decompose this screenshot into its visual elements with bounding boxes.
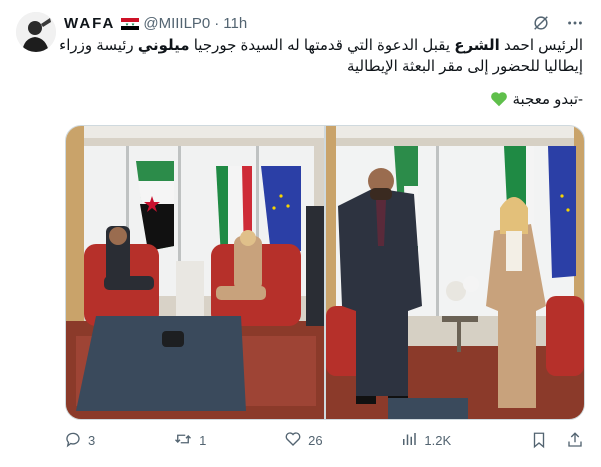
heart-icon	[284, 430, 302, 451]
reply-button[interactable]: 3	[64, 430, 95, 451]
views-button[interactable]: 1.2K	[400, 430, 451, 451]
repost-icon	[173, 430, 193, 451]
tweet-header: WAFA @MIIILP0 · 11h	[64, 12, 585, 34]
tweet-line-3: -تبدو معجبة	[64, 89, 583, 113]
highlight-name: ميلوني	[137, 37, 190, 54]
repost-count: 1	[199, 432, 207, 448]
like-count: 26	[308, 432, 323, 448]
photo-left[interactable]	[66, 126, 324, 419]
views-count: 1.2K	[424, 432, 452, 448]
like-button[interactable]: 26	[284, 430, 323, 451]
share-icon[interactable]	[565, 430, 585, 450]
views-icon	[400, 430, 418, 451]
tweet[interactable]: WAFA @MIIILP0 · 11h الرئيس احمد الشرع يق…	[0, 0, 601, 467]
grok-icon[interactable]	[531, 13, 551, 33]
text-part: الرئيس احمد	[499, 37, 583, 54]
media-gallery[interactable]	[65, 125, 585, 420]
text-part: يقبل الدعوة التي قدمتها له السيدة جورجيا	[189, 37, 455, 54]
timestamp[interactable]: 11h	[223, 15, 247, 32]
reply-count: 3	[88, 432, 96, 448]
photo-right[interactable]	[326, 126, 584, 419]
green-heart-icon	[490, 91, 508, 113]
tweet-actions: 3 1 26 1.2K	[64, 428, 585, 452]
highlight-name: الشرع	[454, 37, 500, 54]
separator-dot: ·	[214, 14, 220, 32]
bookmark-icon[interactable]	[529, 430, 549, 450]
tweet-text: الرئيس احمد الشرع يقبل الدعوة التي قدمته…	[59, 35, 583, 113]
syria-flag-icon	[121, 17, 140, 30]
reply-icon	[64, 430, 82, 451]
avatar[interactable]	[16, 12, 56, 52]
more-options-icon[interactable]	[565, 13, 585, 33]
author-handle[interactable]: @MIIILP0	[143, 15, 210, 32]
author-name[interactable]: WAFA	[64, 15, 115, 32]
tweet-line-2: إيطاليا للحضور إلى مقر البعثة الإيطالية	[346, 58, 583, 75]
text-part: رئيسة وزراء	[59, 37, 138, 54]
text-part: -تبدو معجبة	[512, 91, 583, 108]
repost-button[interactable]: 1	[173, 430, 206, 451]
tweet-line-1: الرئيس احمد الشرع يقبل الدعوة التي قدمته…	[59, 35, 583, 56]
